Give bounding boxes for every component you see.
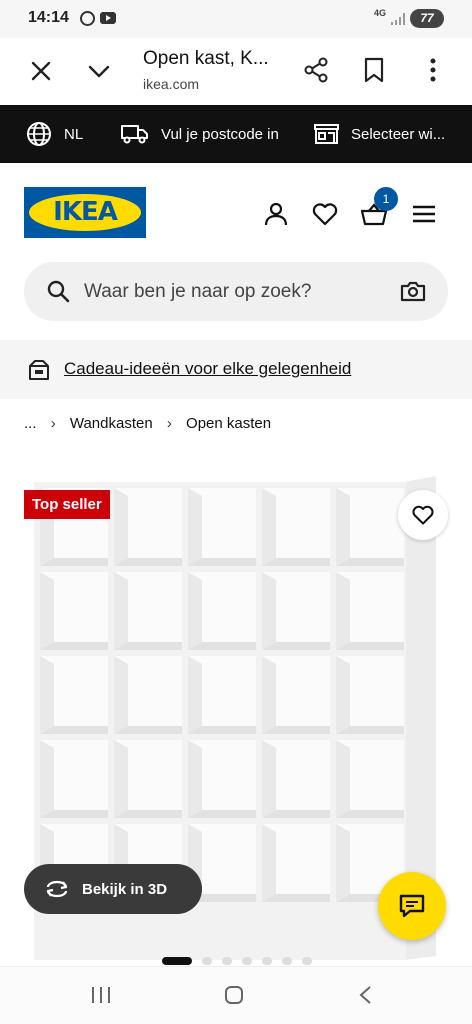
wishlist-button[interactable] — [398, 490, 448, 540]
shelf-cube-side — [40, 572, 54, 650]
globe-icon — [27, 122, 51, 146]
breadcrumb-item-wandkasten[interactable]: Wandkasten — [70, 415, 153, 432]
logo-text: IKEA — [53, 197, 118, 227]
pagination-dot[interactable] — [222, 957, 232, 965]
recent-apps-icon[interactable] — [90, 985, 112, 1005]
shelf-cube-side — [114, 488, 128, 566]
store-label: Selecteer wi... — [351, 125, 446, 143]
ikea-logo[interactable]: IKEA — [24, 187, 146, 238]
shelf-cube-side — [262, 824, 276, 902]
shelf-cube-side — [188, 572, 202, 650]
shelf-cube-side — [262, 488, 276, 566]
postcode-link[interactable]: Vul je postcode in — [121, 105, 279, 163]
network-type: 4G — [374, 8, 387, 18]
breadcrumb-ellipsis[interactable]: ... — [24, 415, 37, 432]
pagination-dot[interactable] — [202, 957, 212, 965]
page-url[interactable]: ikea.com — [143, 76, 199, 92]
menu-icon[interactable] — [410, 200, 438, 228]
shelf-cube-side — [114, 656, 128, 734]
search-input[interactable] — [84, 272, 384, 312]
breadcrumb: ... › Wandkasten › Open kasten — [24, 415, 271, 432]
page-title[interactable]: Open kast, K... — [143, 48, 269, 70]
chevron-down-icon[interactable] — [86, 58, 112, 84]
shelf-cube-side — [40, 656, 54, 734]
search-icon[interactable] — [46, 279, 70, 303]
pagination-dot[interactable] — [302, 957, 312, 965]
back-icon[interactable] — [356, 985, 376, 1005]
camera-icon[interactable] — [400, 279, 426, 303]
truck-icon — [121, 125, 148, 144]
status-bar: 14:14 4G 77 — [0, 0, 472, 38]
language-label: NL — [64, 125, 84, 143]
pagination-dot[interactable] — [282, 957, 292, 965]
chevron-right-icon: › — [166, 415, 172, 432]
shelf-cube-side — [188, 488, 202, 566]
whatsapp-icon — [80, 11, 95, 26]
bookmark-icon[interactable] — [362, 56, 386, 84]
gift-icon — [29, 360, 49, 380]
user-icon[interactable] — [262, 200, 290, 228]
shelf-cube-side — [262, 572, 276, 650]
shelf-cube-side — [336, 824, 350, 902]
status-time: 14:14 — [28, 9, 69, 26]
battery-icon: 77 — [410, 9, 444, 28]
shelf-cube-side — [188, 656, 202, 734]
chat-button[interactable] — [378, 872, 446, 940]
search-bar — [24, 262, 448, 321]
shelf-cube-side — [336, 656, 350, 734]
language-selector[interactable]: NL — [26, 105, 83, 163]
shelf-cube-side — [114, 572, 128, 650]
heart-icon — [412, 505, 434, 525]
shelf-cube-side — [40, 740, 54, 818]
signal-icon — [391, 13, 405, 25]
shelf-cube-side — [262, 656, 276, 734]
pagination-dot[interactable] — [162, 957, 192, 965]
rotate-3d-icon — [46, 880, 68, 898]
chat-icon — [399, 894, 425, 918]
promo-link[interactable]: Cadeau-ideeën voor elke gelegenheid — [64, 359, 351, 379]
site-header: IKEA 1 — [0, 163, 472, 261]
pagination-dot[interactable] — [262, 957, 272, 965]
heart-icon[interactable] — [311, 200, 339, 228]
image-pagination — [162, 956, 322, 966]
promo-banner: Cadeau-ideeën voor elke gelegenheid — [0, 340, 472, 399]
shelf-cube-side — [336, 572, 350, 650]
store-selector[interactable]: Selecteer wi... — [314, 105, 445, 163]
postcode-label: Vul je postcode in — [161, 125, 279, 143]
view-3d-button[interactable]: Bekijk in 3D — [24, 864, 202, 914]
shelf-cube-side — [114, 740, 128, 818]
breadcrumb-item-open-kasten[interactable]: Open kasten — [186, 415, 271, 432]
store-icon — [314, 124, 339, 144]
shelf-cube-side — [336, 740, 350, 818]
system-navigation-bar — [0, 966, 472, 1024]
share-icon[interactable] — [302, 56, 330, 84]
pagination-dot[interactable] — [242, 957, 252, 965]
browser-toolbar: Open kast, K... ikea.com — [0, 38, 472, 105]
shelf-cube-side — [336, 488, 350, 566]
view-3d-label: Bekijk in 3D — [82, 880, 168, 898]
top-seller-badge: Top seller — [24, 490, 110, 519]
info-strip: NL Vul je postcode in Selecteer wi... — [0, 105, 472, 163]
more-vertical-icon[interactable] — [422, 56, 444, 84]
shelf-cube-side — [262, 740, 276, 818]
cart-count-badge: 1 — [374, 187, 398, 211]
youtube-icon — [100, 12, 116, 24]
home-icon[interactable] — [224, 985, 244, 1005]
shelf-cube-side — [188, 740, 202, 818]
chevron-right-icon: › — [50, 415, 56, 432]
close-icon[interactable] — [28, 58, 54, 84]
